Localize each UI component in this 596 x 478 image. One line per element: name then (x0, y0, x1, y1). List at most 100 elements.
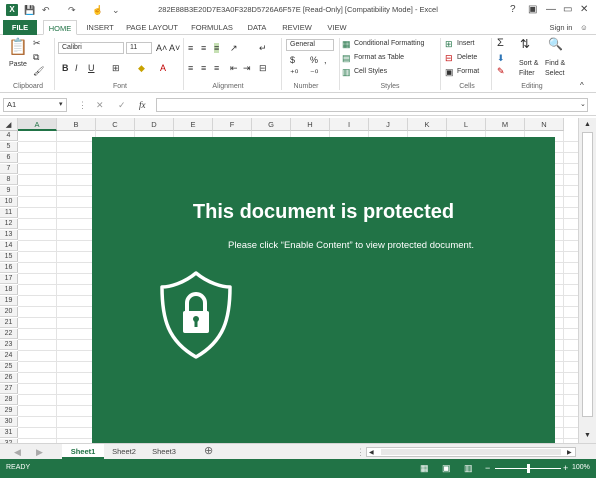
prev-sheet-icon[interactable]: ◀ (14, 447, 21, 457)
borders-icon[interactable]: ⊞ (112, 63, 120, 73)
column-header[interactable]: J (369, 118, 408, 131)
restore-button[interactable]: ▭ (563, 4, 572, 15)
row-header[interactable]: 5 (0, 142, 18, 152)
decrease-decimal-icon[interactable]: ⁻⁰ (310, 68, 318, 78)
fill-icon[interactable]: ⬇ (497, 53, 505, 63)
user-icon[interactable]: ☺ (576, 20, 592, 35)
tab-file[interactable]: FILE (3, 20, 37, 35)
align-top-icon[interactable]: ≡ (188, 43, 193, 53)
increase-indent-icon[interactable]: ⇥ (243, 63, 251, 73)
zoom-out-button[interactable]: − (485, 463, 490, 473)
tab-review[interactable]: REVIEW (278, 20, 316, 35)
sign-in-link[interactable]: Sign in (546, 20, 576, 35)
insert-function-button[interactable]: fx (139, 100, 146, 110)
insert-cells-button[interactable]: Insert (457, 39, 475, 49)
scroll-left-icon[interactable]: ◀ (369, 448, 374, 458)
column-header[interactable]: C (96, 118, 135, 131)
scroll-right-icon[interactable]: ▶ (567, 448, 572, 458)
row-header[interactable]: 15 (0, 252, 18, 262)
row-header[interactable]: 11 (0, 208, 18, 218)
collapse-ribbon-icon[interactable]: ^ (580, 81, 584, 91)
cell-styles-icon[interactable]: ▥ (342, 67, 351, 77)
find-select-button[interactable]: Find & (545, 59, 565, 69)
row-header[interactable]: 12 (0, 219, 18, 229)
column-header[interactable]: M (486, 118, 525, 131)
row-header[interactable]: 31 (0, 428, 18, 438)
align-bottom-icon[interactable]: ≡ (214, 43, 220, 53)
zoom-in-button[interactable]: + (563, 463, 568, 473)
delete-cells-icon[interactable]: ⊟ (445, 53, 453, 63)
currency-button[interactable]: $ (290, 55, 295, 65)
row-header[interactable]: 18 (0, 285, 18, 295)
insert-cells-icon[interactable]: ⊞ (445, 39, 453, 49)
align-middle-icon[interactable]: ≡ (201, 43, 206, 53)
row-header[interactable]: 21 (0, 318, 18, 328)
zoom-level[interactable]: 100% (572, 463, 590, 473)
autosum-button[interactable]: Σ (497, 38, 504, 49)
tab-view[interactable]: VIEW (322, 20, 352, 35)
sheet-tab-sheet2[interactable]: Sheet2 (104, 444, 144, 459)
column-header[interactable]: B (57, 118, 96, 131)
formula-input[interactable] (156, 98, 588, 112)
conditional-formatting-icon[interactable]: ▦ (342, 39, 351, 49)
wrap-text-icon[interactable]: ↵ (259, 43, 267, 53)
comma-button[interactable]: , (324, 55, 327, 65)
find-select-button-line2[interactable]: Select (545, 69, 564, 79)
scroll-down-icon[interactable]: ▼ (584, 431, 591, 441)
underline-button[interactable]: U (88, 63, 95, 73)
row-header[interactable]: 29 (0, 406, 18, 416)
bold-button[interactable]: B (62, 63, 69, 73)
format-as-table-icon[interactable]: ▤ (342, 53, 351, 63)
find-select-icon[interactable]: 🔍 (548, 38, 563, 50)
format-painter-icon[interactable]: 🖌 (33, 66, 44, 76)
align-right-icon[interactable]: ≡ (214, 63, 219, 73)
fill-color-icon[interactable]: ◆ (138, 63, 145, 73)
tab-insert[interactable]: INSERT (83, 20, 117, 35)
sort-filter-button-line2[interactable]: Filter (519, 69, 535, 79)
column-header[interactable]: H (291, 118, 330, 131)
row-header[interactable]: 14 (0, 241, 18, 251)
horizontal-scroll-thumb[interactable] (381, 449, 561, 455)
cut-icon[interactable]: ✂ (33, 38, 41, 48)
sheet-tab-sheet3[interactable]: Sheet3 (144, 444, 184, 459)
minimize-button[interactable]: — (546, 4, 556, 15)
copy-icon[interactable]: ⧉ (33, 52, 39, 62)
center-icon[interactable]: ≡ (201, 63, 206, 73)
tab-page-layout[interactable]: PAGE LAYOUT (123, 20, 181, 35)
sort-filter-button[interactable]: Sort & (519, 59, 538, 69)
column-header[interactable]: D (135, 118, 174, 131)
name-box[interactable]: A1 (3, 98, 67, 112)
name-box-dropdown-icon[interactable]: ▾ (59, 100, 63, 110)
vertical-scroll-thumb[interactable] (582, 132, 593, 417)
merge-center-icon[interactable]: ⊟ (259, 63, 267, 73)
row-header[interactable]: 16 (0, 263, 18, 273)
column-header[interactable]: E (174, 118, 213, 131)
scroll-up-icon[interactable]: ▲ (584, 120, 591, 130)
shrink-font-icon[interactable]: A˅ (169, 43, 180, 53)
font-size-select[interactable]: 11 (126, 42, 152, 54)
row-header[interactable]: 4 (0, 131, 18, 141)
tab-split-icon[interactable]: ⋮ (356, 447, 365, 457)
format-cells-button[interactable]: Format (457, 67, 479, 77)
row-header[interactable]: 17 (0, 274, 18, 284)
row-header[interactable]: 8 (0, 175, 18, 185)
row-header[interactable]: 10 (0, 197, 18, 207)
row-header[interactable]: 30 (0, 417, 18, 427)
column-header[interactable]: L (447, 118, 486, 131)
select-all-corner[interactable]: ◢ (0, 118, 18, 131)
close-button[interactable]: ✕ (580, 4, 588, 15)
page-layout-view-icon[interactable]: ▣ (442, 463, 451, 473)
row-header[interactable]: 9 (0, 186, 18, 196)
enter-entry-button[interactable]: ✓ (118, 100, 126, 110)
font-name-select[interactable]: Calibri (58, 42, 124, 54)
row-header[interactable]: 27 (0, 384, 18, 394)
row-header[interactable]: 23 (0, 340, 18, 350)
increase-decimal-icon[interactable]: ⁺⁰ (290, 68, 298, 78)
column-header[interactable]: G (252, 118, 291, 131)
column-header[interactable]: A (18, 118, 57, 131)
row-header[interactable]: 7 (0, 164, 18, 174)
cell-styles-button[interactable]: Cell Styles (354, 67, 387, 77)
decrease-indent-icon[interactable]: ⇤ (230, 63, 238, 73)
row-header[interactable]: 24 (0, 351, 18, 361)
cancel-entry-button[interactable]: ✕ (96, 100, 104, 110)
